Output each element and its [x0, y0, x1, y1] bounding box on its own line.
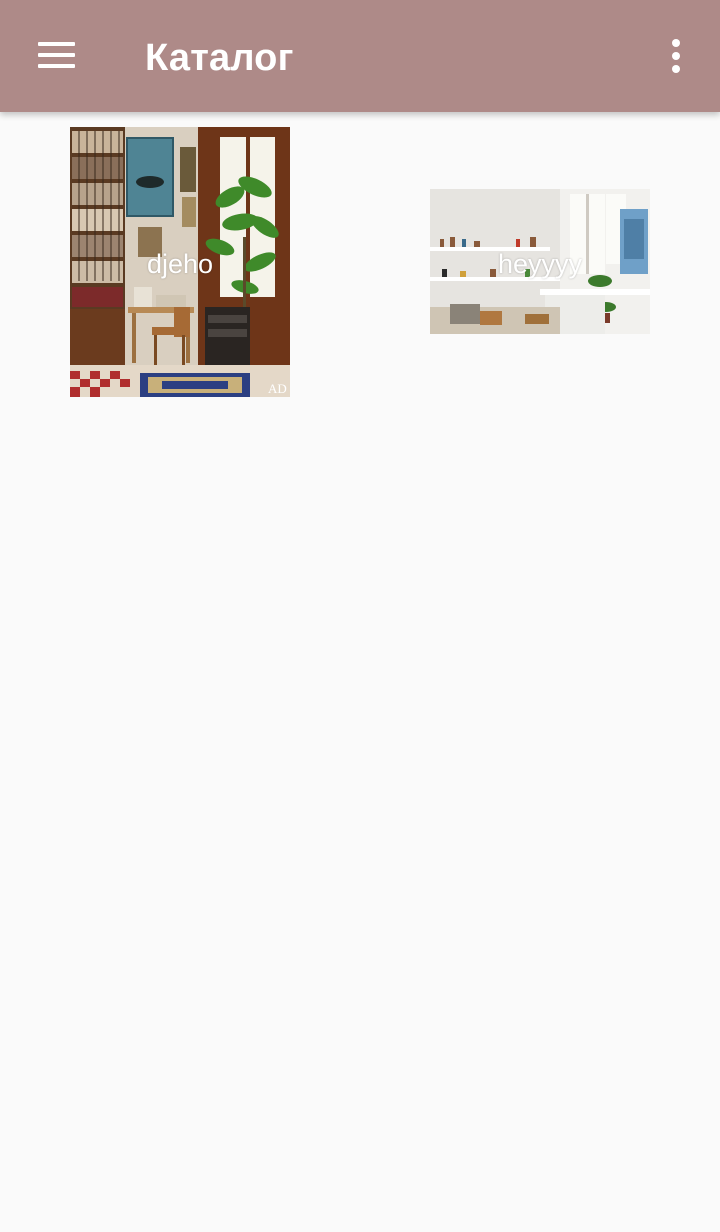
catalog-item[interactable]: heyyyy: [430, 189, 650, 334]
catalog-item[interactable]: AD djeho: [70, 127, 290, 397]
menu-button[interactable]: [22, 26, 90, 84]
catalog-item-label: djeho: [146, 249, 214, 279]
catalog-item-label: heyyyy: [497, 249, 583, 279]
hamburger-menu-icon: [37, 42, 75, 68]
page-title: Каталог: [145, 37, 294, 79]
app-bar: Каталог: [0, 0, 720, 112]
more-options-button[interactable]: [650, 30, 702, 82]
watermark-logo: AD: [268, 381, 287, 396]
more-vert-icon: [672, 39, 680, 47]
